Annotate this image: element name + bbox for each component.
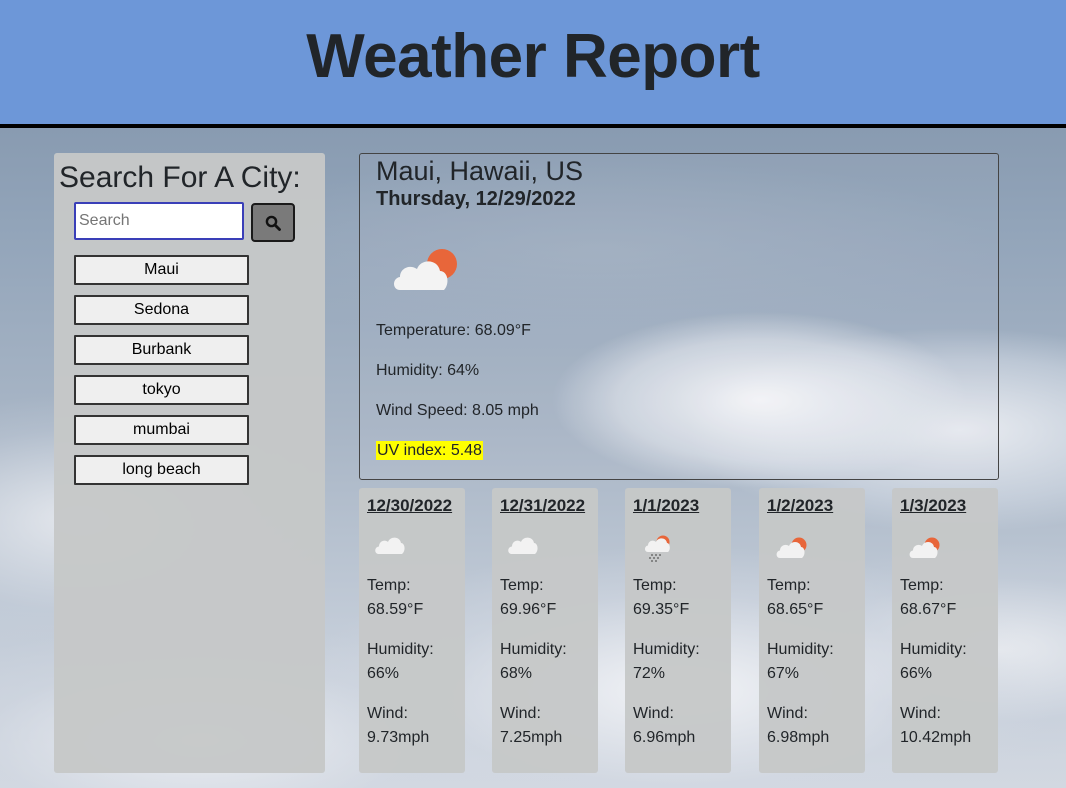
forecast-humidity-label: Humidity: xyxy=(367,641,434,658)
forecast-wind: 6.98mph xyxy=(767,729,830,746)
forecast-humidity: 66% xyxy=(900,665,933,682)
page-title: Weather Report xyxy=(306,21,760,91)
current-wind-speed: Wind Speed: 8.05 mph xyxy=(376,402,539,419)
current-city: Maui, Hawaii, US xyxy=(376,156,584,186)
forecast-wind-label: Wind: xyxy=(500,705,541,722)
cloud-icon xyxy=(375,537,405,554)
current-weather-panel: Maui, Hawaii, US Thursday, 12/29/2022 Te… xyxy=(359,153,999,480)
search-heading: Search For A City: xyxy=(59,161,301,194)
forecast-temp: 68.67°F xyxy=(900,601,957,618)
forecast-date: 1/2/2023 xyxy=(767,496,834,515)
forecast-date: 1/3/2023 xyxy=(900,496,967,515)
forecast-humidity-label: Humidity: xyxy=(500,641,567,658)
history-button-long-beach[interactable]: long beach xyxy=(74,455,249,485)
history-button-tokyo[interactable]: tokyo xyxy=(74,375,249,405)
forecast-wind-label: Wind: xyxy=(767,705,808,722)
forecast-card: 1/1/2023 Temp: 69.35°F Humidity: 72% Win… xyxy=(625,488,731,773)
current-uv-index: UV index: 5.48 xyxy=(376,441,483,460)
forecast-humidity-label: Humidity: xyxy=(900,641,967,658)
forecast-temp-label: Temp: xyxy=(367,577,411,594)
forecast-date: 12/30/2022 xyxy=(367,496,453,515)
current-date: Thursday, 12/29/2022 xyxy=(376,188,576,210)
forecast-temp: 68.65°F xyxy=(767,601,824,618)
forecast-wind-label: Wind: xyxy=(367,705,408,722)
forecast-wind: 6.96mph xyxy=(633,729,696,746)
forecast-date: 12/31/2022 xyxy=(500,496,586,515)
forecast-temp: 69.96°F xyxy=(500,601,557,618)
forecast-humidity-label: Humidity: xyxy=(767,641,834,658)
forecast-temp-label: Temp: xyxy=(633,577,677,594)
forecast-humidity: 67% xyxy=(767,665,800,682)
cloud-icon xyxy=(508,537,538,554)
partly-cloudy-icon xyxy=(909,537,940,558)
forecast-card: 1/3/2023 Temp: 68.67°F Humidity: 66% Win… xyxy=(892,488,998,773)
forecast-card: 12/30/2022 Temp: 68.59°F Humidity: 66% W… xyxy=(359,488,465,773)
search-button[interactable] xyxy=(251,203,295,242)
history-button-mumbai[interactable]: mumbai xyxy=(74,415,249,445)
partly-cloudy-icon xyxy=(776,537,807,558)
forecast-wind: 9.73mph xyxy=(367,729,430,746)
forecast-wind-label: Wind: xyxy=(633,705,674,722)
search-history-list: Maui Sedona Burbank tokyo mumbai long be… xyxy=(74,255,249,495)
forecast-wind: 10.42mph xyxy=(900,729,972,746)
forecast-humidity-label: Humidity: xyxy=(633,641,700,658)
current-humidity: Humidity: 64% xyxy=(376,362,480,379)
forecast-humidity: 68% xyxy=(500,665,533,682)
history-button-burbank[interactable]: Burbank xyxy=(74,335,249,365)
partly-cloudy-icon xyxy=(394,249,457,290)
forecast-temp: 69.35°F xyxy=(633,601,690,618)
forecast-temp-label: Temp: xyxy=(767,577,811,594)
search-input[interactable] xyxy=(74,202,244,240)
rain-cloud-sun-icon xyxy=(645,535,670,562)
forecast-card: 12/31/2022 Temp: 69.96°F Humidity: 68% W… xyxy=(492,488,598,773)
history-button-maui[interactable]: Maui xyxy=(74,255,249,285)
forecast-date: 1/1/2023 xyxy=(633,496,700,515)
forecast-humidity: 72% xyxy=(633,665,666,682)
forecast-temp: 68.59°F xyxy=(367,601,424,618)
search-sidebar: Search For A City: Maui Sedona Burbank t… xyxy=(54,153,325,773)
forecast-wind: 7.25mph xyxy=(500,729,563,746)
forecast-wind-label: Wind: xyxy=(900,705,941,722)
forecast-temp-label: Temp: xyxy=(500,577,544,594)
forecast-temp-label: Temp: xyxy=(900,577,944,594)
page-header: Weather Report xyxy=(0,0,1066,128)
current-temperature: Temperature: 68.09°F xyxy=(376,322,531,339)
history-button-sedona[interactable]: Sedona xyxy=(74,295,249,325)
forecast-card: 1/2/2023 Temp: 68.65°F Humidity: 67% Win… xyxy=(759,488,865,773)
search-icon xyxy=(265,215,281,231)
forecast-humidity: 66% xyxy=(367,665,400,682)
